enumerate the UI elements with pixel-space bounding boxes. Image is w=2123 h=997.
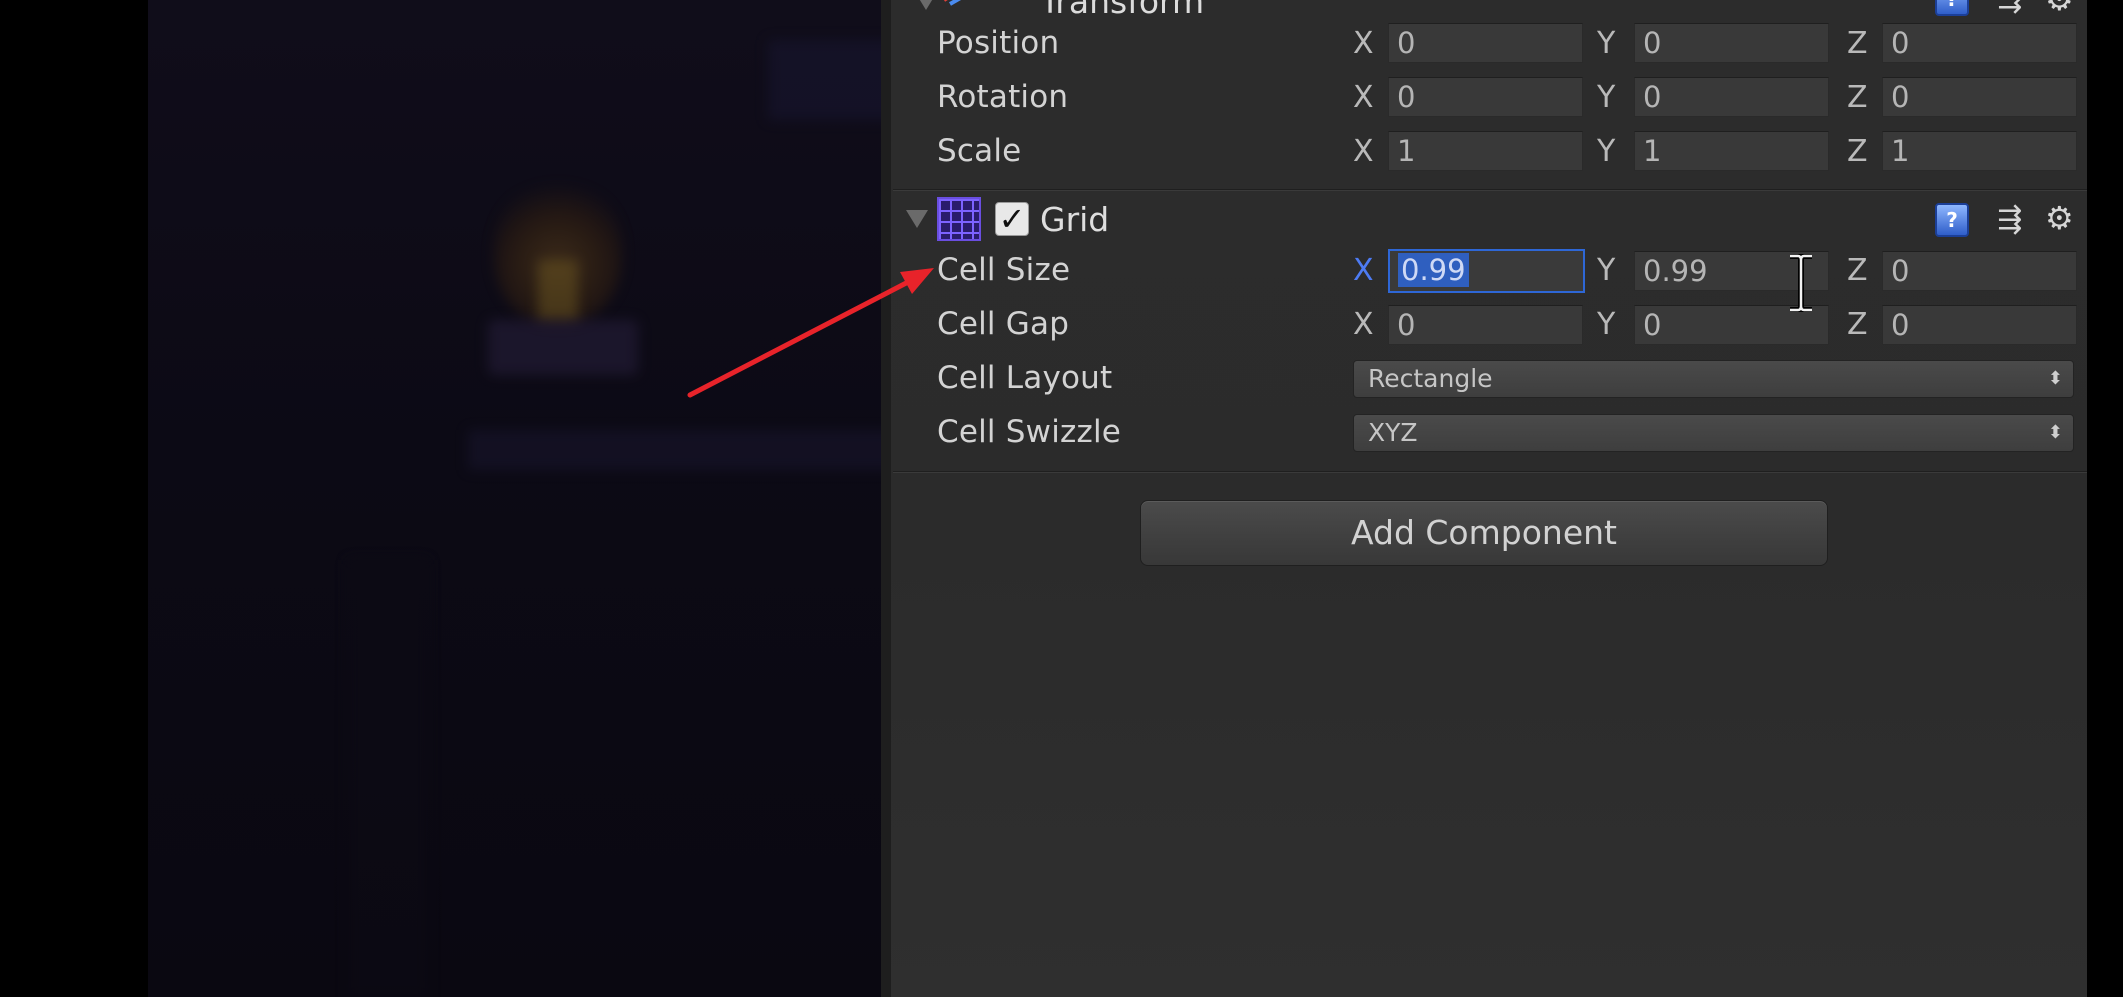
cell-size-z-axis[interactable]: Z [1847,253,1868,288]
rotation-y-field[interactable]: 0 [1634,77,1829,117]
grid-title: Grid [1040,200,1110,239]
rotation-z-axis[interactable]: Z [1847,80,1868,115]
position-x-field[interactable]: 0 [1388,23,1583,63]
scene-background-panel [768,40,881,120]
rotation-label: Rotation [937,79,1069,115]
cell-size-y-axis[interactable]: Y [1597,253,1615,288]
checkmark-icon: ✓ [998,200,1026,238]
cell-swizzle-label: Cell Swizzle [937,414,1122,450]
updown-arrow-icon: ⬍ [2047,422,2063,443]
cell-gap-z-field[interactable]: 0 [1882,305,2077,345]
transform-gear-icon[interactable]: ⚙ [2045,0,2085,16]
rotation-x-axis[interactable]: X [1353,80,1374,115]
position-z-axis[interactable]: Z [1847,26,1868,61]
scale-y-axis[interactable]: Y [1597,134,1615,169]
transform-icon [944,0,962,6]
grid-gear-icon[interactable]: ⚙ [2045,201,2085,235]
cell-size-z-field[interactable]: 0 [1882,251,2077,291]
scale-x-axis[interactable]: X [1353,134,1374,169]
position-y-field[interactable]: 0 [1634,23,1829,63]
cell-gap-y-axis[interactable]: Y [1597,307,1615,342]
torch-stand-sprite [488,320,638,375]
transform-foldout-icon[interactable] [915,0,937,10]
letterbox-left [0,0,148,997]
cell-size-x-axis[interactable]: X [1353,253,1374,288]
scale-x-field[interactable]: 1 [1388,131,1583,171]
cell-size-label: Cell Size [937,252,1071,288]
scale-label: Scale [937,133,1022,169]
rotation-x-field[interactable]: 0 [1388,77,1583,117]
add-component-button[interactable]: Add Component [1140,500,1828,566]
scene-view[interactable] [148,0,881,997]
cell-layout-label: Cell Layout [937,360,1113,396]
transform-title: Transform [1040,0,1205,21]
cell-layout-dropdown[interactable]: Rectangle ⬍ [1353,360,2074,398]
cell-gap-z-axis[interactable]: Z [1847,307,1868,342]
cell-swizzle-dropdown[interactable]: XYZ ⬍ [1353,414,2074,452]
component-divider [893,471,2087,473]
grid-foldout-icon[interactable] [906,210,928,228]
scene-column [348,560,428,997]
position-z-field[interactable]: 0 [1882,23,2077,63]
cell-size-x-selected-text: 0.99 [1398,253,1469,287]
updown-arrow-icon: ⬍ [2047,368,2063,389]
transform-presets-icon[interactable]: ⇶ [1993,0,2027,16]
grid-enabled-checkbox[interactable]: ✓ [995,202,1029,236]
cell-swizzle-value: XYZ [1368,418,1418,447]
transform-help-icon[interactable]: ? [1935,0,1969,16]
torch-handle-sprite [538,260,578,320]
cell-size-x-field[interactable]: 0.99 [1388,249,1585,293]
rotation-z-field[interactable]: 0 [1882,77,2077,117]
scale-y-field[interactable]: 1 [1634,131,1829,171]
cell-layout-value: Rectangle [1368,364,1493,393]
grid-help-icon[interactable]: ? [1935,203,1969,237]
letterbox-right [2087,0,2123,997]
cell-gap-x-axis[interactable]: X [1353,307,1374,342]
cell-gap-label: Cell Gap [937,306,1070,342]
position-y-axis[interactable]: Y [1597,26,1615,61]
component-divider [893,189,2087,191]
scale-z-field[interactable]: 1 [1882,131,2077,171]
scale-z-axis[interactable]: Z [1847,134,1868,169]
grid-presets-icon[interactable]: ⇶ [1993,203,2027,237]
position-label: Position [937,25,1060,61]
grid-icon [937,197,981,241]
position-x-axis[interactable]: X [1353,26,1374,61]
cell-gap-x-field[interactable]: 0 [1388,305,1583,345]
rotation-y-axis[interactable]: Y [1597,80,1615,115]
scene-text-strip [468,430,881,470]
text-cursor-icon [1790,254,1812,312]
